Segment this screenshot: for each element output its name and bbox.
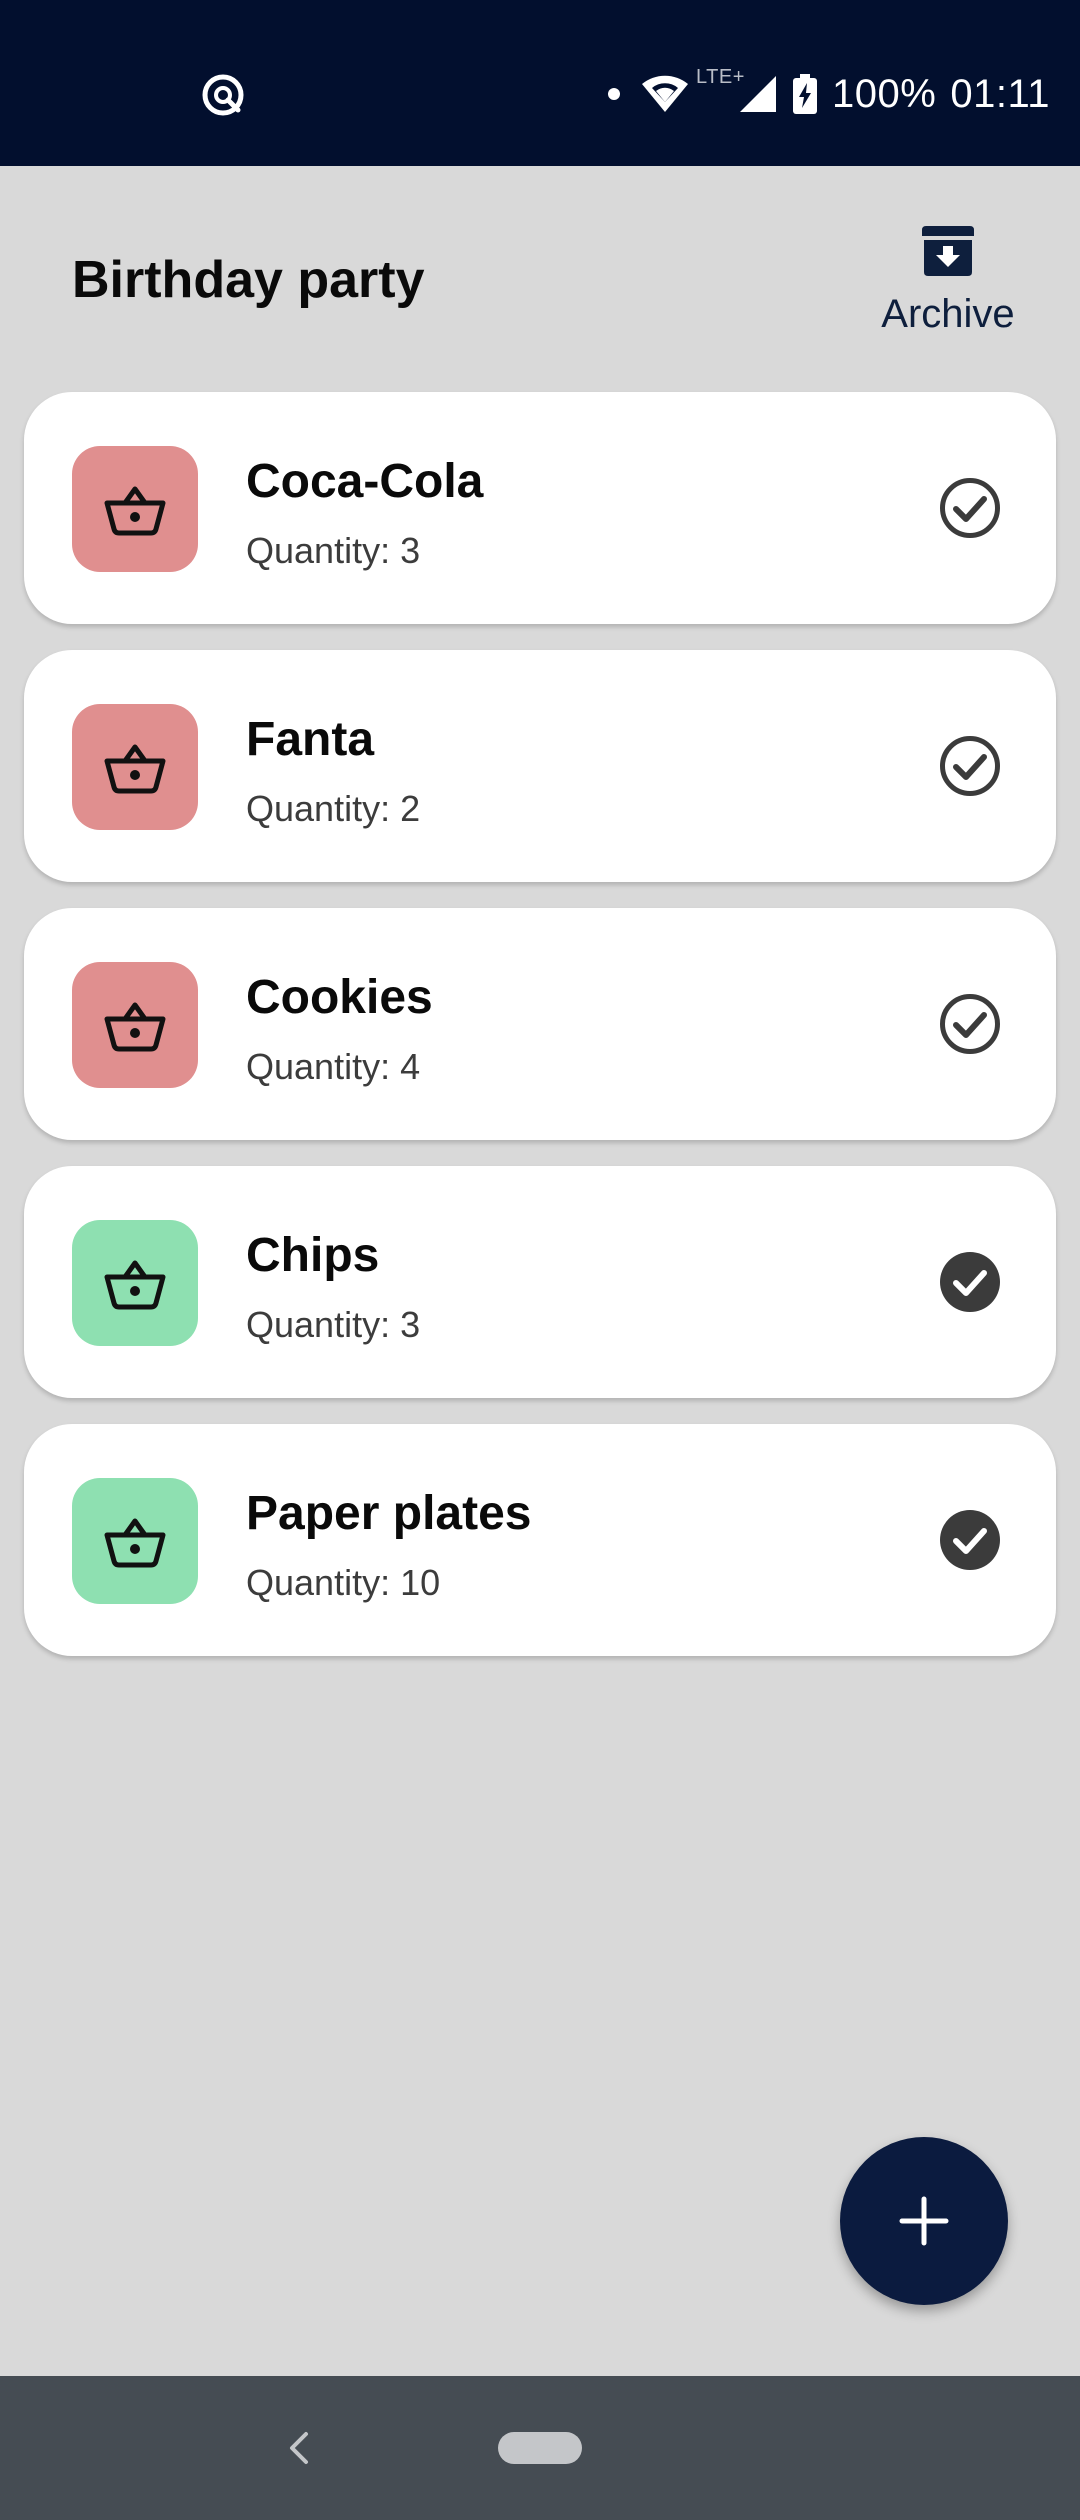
home-pill-icon[interactable] bbox=[498, 2432, 582, 2464]
item-icon-container bbox=[72, 446, 198, 572]
item-icon-container bbox=[72, 704, 198, 830]
clock: 01:11 bbox=[950, 71, 1050, 116]
check-toggle[interactable] bbox=[938, 1508, 1002, 1572]
quantity-value: 3 bbox=[400, 530, 421, 571]
list-item[interactable]: Coca-Cola Quantity: 3 bbox=[24, 392, 1056, 624]
list-item[interactable]: Cookies Quantity: 4 bbox=[24, 908, 1056, 1140]
quantity-label: Quantity: bbox=[246, 1562, 391, 1603]
wifi-icon: LTE+ bbox=[640, 66, 744, 116]
list-item[interactable]: Fanta Quantity: 2 bbox=[24, 650, 1056, 882]
quantity-label: Quantity: bbox=[246, 1046, 391, 1087]
archive-button[interactable]: Archive bbox=[868, 222, 1028, 344]
item-icon-container bbox=[72, 962, 198, 1088]
item-quantity: Quantity: 3 bbox=[246, 1304, 420, 1346]
list-item[interactable]: Paper plates Quantity: 10 bbox=[24, 1424, 1056, 1656]
basket-icon bbox=[104, 1518, 166, 1568]
basket-icon bbox=[104, 1260, 166, 1310]
item-name: Chips bbox=[246, 1229, 380, 1282]
item-icon-container bbox=[72, 1220, 198, 1346]
basket-icon bbox=[104, 744, 166, 794]
plus-icon bbox=[899, 2196, 949, 2246]
quantity-label: Quantity: bbox=[246, 788, 391, 829]
archive-label: Archive bbox=[881, 292, 1015, 336]
check-circle-outline-icon bbox=[940, 994, 1000, 1054]
list-item[interactable]: Chips Quantity: 3 bbox=[24, 1166, 1056, 1398]
notification-icon bbox=[202, 74, 244, 116]
quantity-value: 2 bbox=[400, 788, 421, 829]
page-title: Birthday party bbox=[72, 251, 425, 309]
check-toggle[interactable] bbox=[938, 992, 1002, 1056]
quantity-value: 4 bbox=[400, 1046, 421, 1087]
check-circle-outline-icon bbox=[940, 478, 1000, 538]
item-quantity: Quantity: 3 bbox=[246, 530, 420, 572]
battery-percent: 100% bbox=[832, 71, 937, 116]
archive-icon bbox=[922, 226, 974, 276]
battery-charging-icon bbox=[793, 74, 818, 114]
back-icon[interactable] bbox=[280, 2420, 316, 2476]
quantity-value: 10 bbox=[400, 1562, 441, 1603]
dot-icon bbox=[608, 88, 621, 100]
check-circle-outline-icon bbox=[940, 736, 1000, 796]
quantity-value: 3 bbox=[400, 1304, 421, 1345]
basket-icon bbox=[104, 486, 166, 536]
navigation-bar bbox=[0, 2376, 1080, 2520]
check-toggle[interactable] bbox=[938, 1250, 1002, 1314]
check-circle-filled-icon bbox=[940, 1510, 1000, 1570]
quantity-label: Quantity: bbox=[246, 1304, 391, 1345]
status-bar: LTE+ 100% 01:11 bbox=[0, 0, 1080, 166]
item-name: Cookies bbox=[246, 971, 433, 1024]
item-quantity: Quantity: 4 bbox=[246, 1046, 420, 1088]
check-toggle[interactable] bbox=[938, 476, 1002, 540]
check-circle-filled-icon bbox=[940, 1252, 1000, 1312]
item-quantity: Quantity: 2 bbox=[246, 788, 420, 830]
item-icon-container bbox=[72, 1478, 198, 1604]
item-quantity: Quantity: 10 bbox=[246, 1562, 440, 1604]
item-name: Fanta bbox=[246, 713, 375, 766]
add-item-button[interactable] bbox=[840, 2137, 1008, 2305]
shopping-list: Coca-Cola Quantity: 3 Fanta Quantity: 2 … bbox=[24, 392, 1056, 1682]
item-name: Paper plates bbox=[246, 1487, 532, 1540]
basket-icon bbox=[104, 1002, 166, 1052]
item-name: Coca-Cola bbox=[246, 455, 484, 508]
quantity-label: Quantity: bbox=[246, 530, 391, 571]
network-type: LTE+ bbox=[696, 66, 745, 88]
status-icons: LTE+ 100% 01:11 bbox=[608, 66, 1050, 122]
check-toggle[interactable] bbox=[938, 734, 1002, 798]
